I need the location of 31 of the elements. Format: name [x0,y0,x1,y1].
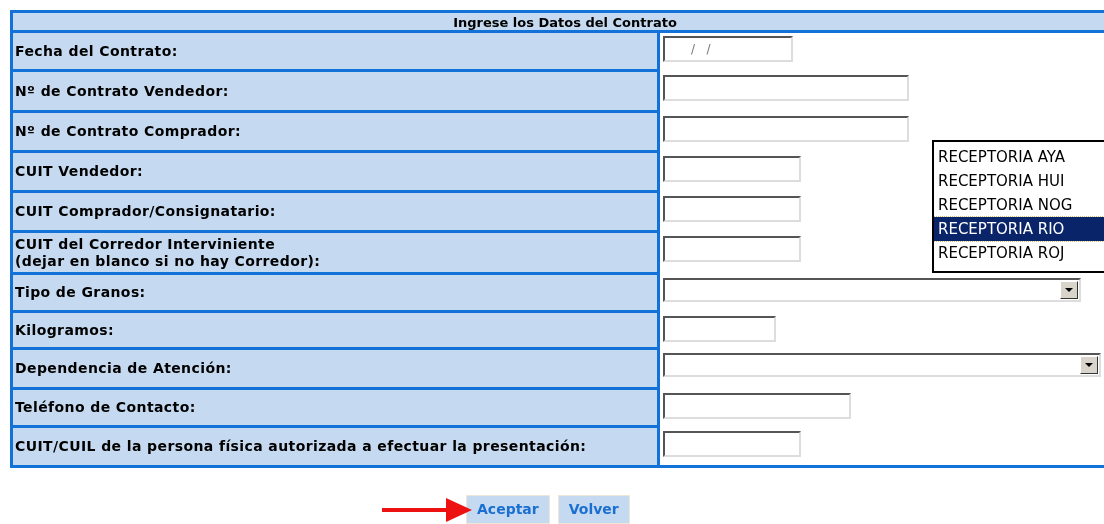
date-field[interactable]: / / [663,36,793,62]
form-title: Ingrese los Datos del Contrato [13,13,1104,33]
list-option[interactable]: RECEPTORIA NOG [934,193,1104,217]
text-field[interactable] [663,75,909,101]
text-field[interactable] [663,236,801,262]
list-option[interactable]: RECEPTORIA ROJ [934,241,1104,265]
field-label: CUIT/CUIL de la persona física autorizada a efectuar la presentación: [13,428,660,465]
field-label: Nº de Contrato Vendedor: [13,72,660,113]
field-label: Nº de Contrato Comprador: [13,113,660,153]
field-label: Fecha del Contrato: [13,33,660,72]
text-field[interactable] [663,196,801,222]
text-field[interactable] [663,316,776,342]
dropdown-field[interactable] [663,353,1101,377]
field-label: Kilogramos: [13,313,660,350]
text-field[interactable] [663,156,801,182]
text-field[interactable] [663,393,851,419]
field-label: CUIT Comprador/Consignatario: [13,193,660,233]
dropdown-field[interactable] [663,278,1081,302]
list-option[interactable]: RECEPTORIA RIO [934,217,1104,241]
list-option[interactable]: RECEPTORIA HUI [934,169,1104,193]
text-field[interactable] [663,116,909,142]
field-label: Tipo de Granos: [13,275,660,313]
field-label: CUIT del Corredor Interviniente (dejar en blanco si no hay Corredor): [13,233,660,275]
dropdown-caret-icon[interactable] [1060,281,1078,299]
text-field[interactable] [663,431,801,457]
arrow-icon [380,496,472,524]
list-option[interactable]: RECEPTORIA AYA [934,145,1104,169]
dropdown-caret-icon[interactable] [1080,356,1098,374]
field-label: Teléfono de Contacto: [13,390,660,428]
field-label: CUIT Vendedor: [13,153,660,193]
field-label: Dependencia de Atención: [13,350,660,390]
